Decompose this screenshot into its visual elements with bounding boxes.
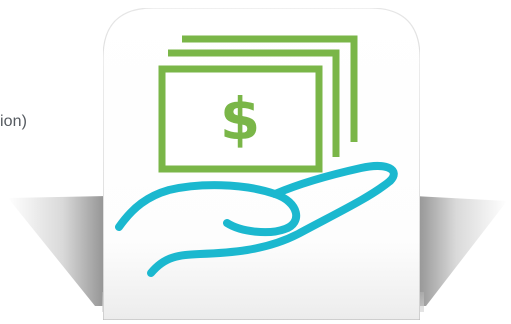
- dollar-sign-icon: $: [220, 85, 260, 153]
- money-in-hand-icon: $: [103, 8, 420, 320]
- icon-showcase: ion) $: [0, 0, 511, 324]
